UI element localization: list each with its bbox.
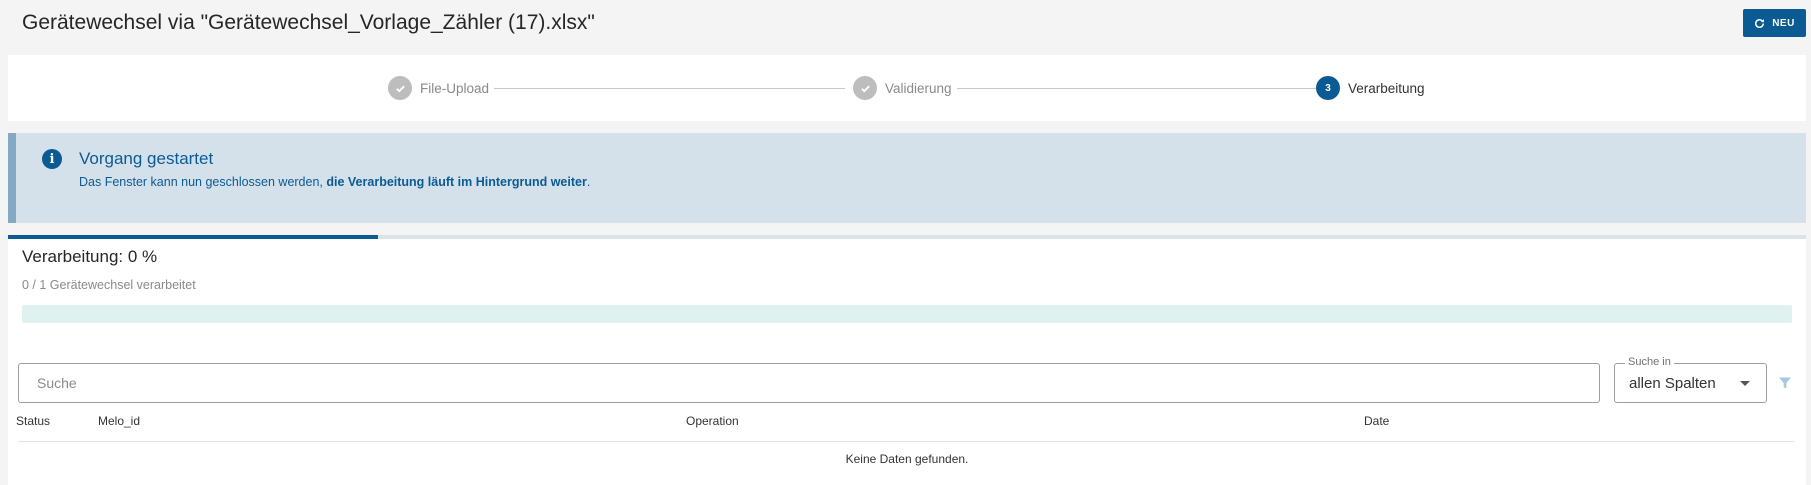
step-validierung: Validierung (853, 76, 952, 100)
stepper: File-Upload Validierung 3 Verarbeitung (8, 55, 1806, 121)
new-button-label: NEU (1772, 17, 1795, 29)
empty-table-message: Keine Daten gefunden. (845, 452, 969, 466)
info-alert: i Vorgang gestartet Das Fenster kann nun… (8, 133, 1806, 223)
column-header-melo-id[interactable]: Melo_id (98, 414, 140, 428)
step-file-upload: File-Upload (388, 76, 489, 100)
step-number: 3 (1316, 76, 1340, 100)
step-label: Validierung (885, 80, 952, 96)
search-scope-select[interactable]: Suche in allen Spalten (1614, 356, 1767, 403)
alert-message: Das Fenster kann nun geschlossen werden,… (79, 175, 590, 189)
processing-count: 0 / 1 Gerätewechsel verarbeitet (22, 278, 196, 292)
alert-text-suffix: . (586, 175, 591, 189)
processing-panel: Verarbeitung: 0 % 0 / 1 Gerätewechsel ve… (8, 235, 1806, 485)
column-header-operation[interactable]: Operation (686, 414, 739, 428)
loading-bar (8, 235, 1806, 239)
step-label: Verarbeitung (1348, 80, 1425, 96)
check-icon (853, 76, 877, 100)
step-connector (494, 88, 845, 89)
search-input[interactable] (18, 363, 1600, 403)
column-header-date[interactable]: Date (1364, 414, 1389, 428)
new-button[interactable]: NEU (1743, 9, 1806, 37)
alert-text-prefix: Das Fenster kann nun geschlossen werden, (79, 175, 327, 189)
info-icon: i (42, 149, 62, 169)
check-icon (388, 76, 412, 100)
alert-text-bold: die Verarbeitung läuft im Hintergrund we… (326, 175, 587, 189)
page-title: Gerätewechsel via "Gerätewechsel_Vorlage… (22, 11, 595, 34)
table-divider (18, 441, 1794, 442)
step-label: File-Upload (420, 80, 490, 96)
chevron-down-icon (1740, 381, 1750, 386)
filter-icon[interactable] (1778, 376, 1792, 390)
loading-bar-fill (8, 235, 379, 239)
search-scope-value: allen Spalten (1629, 375, 1716, 392)
column-header-status[interactable]: Status (16, 414, 50, 428)
processing-title: Verarbeitung: 0 % (22, 247, 158, 266)
page-header: Gerätewechsel via "Gerätewechsel_Vorlage… (0, 0, 1811, 52)
refresh-icon (1755, 18, 1765, 28)
step-verarbeitung: 3 Verarbeitung (1316, 76, 1425, 100)
search-scope-label: Suche in (1625, 356, 1674, 368)
processing-progress-bar (22, 305, 1792, 323)
alert-title: Vorgang gestartet (79, 149, 214, 168)
step-connector (957, 88, 1316, 89)
